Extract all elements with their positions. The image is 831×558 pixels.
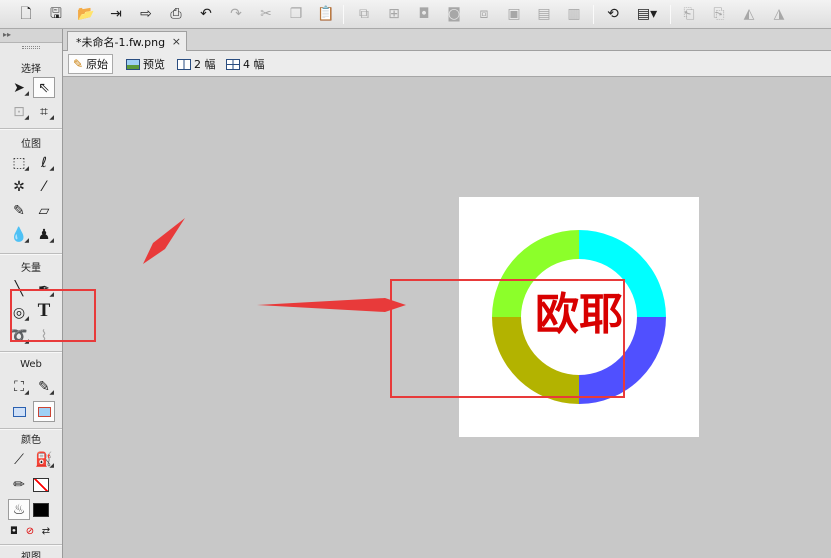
rotate-ccw-icon[interactable]: ⎗ [680, 5, 698, 23]
panel-drag-handle[interactable] [22, 46, 40, 49]
two-up-icon [177, 58, 191, 70]
align-menu-icon[interactable]: ▤▾ [634, 5, 660, 23]
print-icon[interactable]: ⎙ [167, 5, 185, 23]
eyedropper-tool-icon[interactable]: ⟋ [8, 449, 30, 470]
view-two-up-button[interactable]: 2 幅 [173, 54, 220, 74]
export-icon[interactable]: ⇨ [137, 5, 155, 23]
flip-vertical-icon[interactable]: ◮ [770, 5, 788, 23]
split-icon[interactable]: ◙ [445, 5, 463, 23]
main-toolbar: 🗋 🖫 📂 ⇥ ⇨ ⎙ ↶ ↷ ✂ ❐ 📋 ⧉ ⊞ ◘ ◙ ⧈ ▣ ▤ ▥ ⟲ … [0, 0, 831, 29]
crop-tool-icon[interactable]: ⌗ ◢ [33, 101, 55, 122]
undo-icon[interactable]: ↶ [197, 5, 215, 23]
group-icon[interactable]: ⧉ [355, 5, 373, 23]
hotspot-tool-icon[interactable]: ⛶ ◢ [8, 376, 30, 397]
bring-forward-icon[interactable]: ⧈ [475, 5, 493, 23]
marquee-tool-icon[interactable]: ⬚ ◢ [8, 152, 30, 173]
paste-icon[interactable]: 📋 [317, 5, 335, 23]
document-tabbar: *未命名-1.fw.png × [63, 29, 831, 52]
section-divider [0, 544, 62, 546]
pen-tool-icon[interactable]: ✒ ◢ [33, 278, 55, 299]
pencil-icon: ✎ [73, 57, 84, 71]
pointer-tool-icon[interactable]: ➤ ◢ [8, 77, 30, 98]
hide-slices-icon[interactable] [8, 401, 30, 422]
show-slices-icon[interactable] [33, 401, 55, 422]
view-original-label: 原始 [86, 58, 109, 71]
fill-bucket-icon[interactable]: ♨ [8, 499, 30, 520]
send-backward-icon[interactable]: ▤ [535, 5, 553, 23]
view-two-up-label: 2 幅 [194, 58, 216, 71]
view-mode-bar: ✎ 原始 预览 2 幅 4 幅 [63, 51, 831, 77]
join-icon[interactable]: ◘ [415, 5, 433, 23]
bring-front-icon[interactable]: ▣ [505, 5, 523, 23]
toolbar-separator [343, 5, 344, 24]
paint-bucket-icon[interactable]: ⛽ ◢ [33, 449, 55, 470]
pencil-tool-icon[interactable]: ✎ [8, 200, 30, 221]
view-four-up-button[interactable]: 4 幅 [222, 54, 269, 74]
knife-tool-icon[interactable]: ⌇ [33, 325, 55, 346]
close-tab-icon[interactable]: × [172, 35, 181, 48]
tools-panel: ▸▸ 选择 ➤ ◢ ⇖ ⊡ ◢ ⌗ ◢ 位图 ⬚ ◢ ℓ ◢ ✲ ⁄ ✎ ▱ 💧 ◢ ♟ ◢ … [0, 29, 63, 558]
no-color-icon[interactable]: ⊘ [22, 523, 38, 539]
send-back-icon[interactable]: ▥ [565, 5, 583, 23]
save-icon[interactable]: 🖫 [47, 5, 65, 23]
document-tab[interactable]: *未命名-1.fw.png × [67, 31, 187, 52]
document-canvas[interactable]: 欧耶 [459, 197, 699, 437]
slice-tool-icon[interactable]: ✎ ◢ [33, 376, 55, 397]
redo-icon[interactable]: ↷ [227, 5, 245, 23]
toolbar-separator [670, 5, 671, 24]
brush-tool-icon[interactable]: ⁄ [33, 176, 55, 197]
view-four-up-label: 4 幅 [243, 58, 265, 71]
eraser-tool-icon[interactable]: ▱ [33, 200, 55, 221]
canvas-text-object[interactable]: 欧耶 [529, 290, 629, 340]
view-preview-button[interactable]: 预览 [122, 54, 169, 74]
import-icon[interactable]: ⇥ [107, 5, 125, 23]
document-tab-label: *未命名-1.fw.png [76, 36, 166, 49]
preview-icon [126, 58, 140, 70]
magic-wand-icon[interactable]: ✲ [8, 176, 30, 197]
fill-color-swatch[interactable] [30, 499, 52, 520]
ellipse-tool-icon[interactable]: ◎ ◢ [8, 302, 30, 323]
rotate-icon[interactable]: ⟲ [604, 5, 622, 23]
view-preview-label: 预览 [143, 58, 165, 71]
view-original-button[interactable]: ✎ 原始 [68, 54, 114, 74]
ungroup-icon[interactable]: ⊞ [385, 5, 403, 23]
line-tool-icon[interactable]: ╲ [8, 278, 30, 299]
stroke-color-swatch[interactable] [30, 474, 52, 495]
text-tool-icon[interactable]: T [33, 300, 55, 321]
new-file-icon[interactable]: 🗋 [17, 5, 35, 23]
four-up-icon [226, 58, 240, 70]
swap-colors-icon[interactable]: ⇄ [38, 523, 54, 539]
cut-icon[interactable]: ✂ [257, 5, 275, 23]
blur-tool-icon[interactable]: 💧 ◢ [8, 224, 30, 245]
freeform-tool-icon[interactable]: ➰ ◢ [8, 325, 30, 346]
section-divider [0, 128, 62, 130]
section-divider [0, 253, 62, 255]
scale-tool-icon[interactable]: ⊡ ◢ [8, 101, 30, 122]
workspace[interactable] [63, 77, 831, 558]
panel-collapse-grip[interactable]: ▸▸ [0, 29, 62, 43]
stroke-pencil-icon[interactable]: ✏ [8, 474, 30, 495]
copy-icon[interactable]: ❐ [287, 5, 305, 23]
section-divider [0, 351, 62, 353]
default-colors-icon[interactable]: ◘ [6, 523, 22, 539]
section-label-colors: 颜色 [21, 435, 41, 446]
section-label-select: 选择 [21, 64, 41, 75]
section-label-bitmap: 位图 [21, 139, 41, 150]
flip-horizontal-icon[interactable]: ◭ [740, 5, 758, 23]
section-label-vector: 矢量 [21, 263, 41, 274]
section-divider [0, 428, 62, 430]
rotate-cw-icon[interactable]: ⎘ [710, 5, 728, 23]
section-label-web: Web [20, 359, 42, 370]
section-label-view: 视图 [21, 552, 41, 558]
toolbar-separator [593, 5, 594, 24]
subselection-tool-icon[interactable]: ⇖ [33, 77, 55, 98]
open-icon[interactable]: 📂 [77, 5, 95, 23]
lasso-tool-icon[interactable]: ℓ ◢ [33, 152, 55, 173]
rubber-stamp-icon[interactable]: ♟ ◢ [33, 224, 55, 245]
